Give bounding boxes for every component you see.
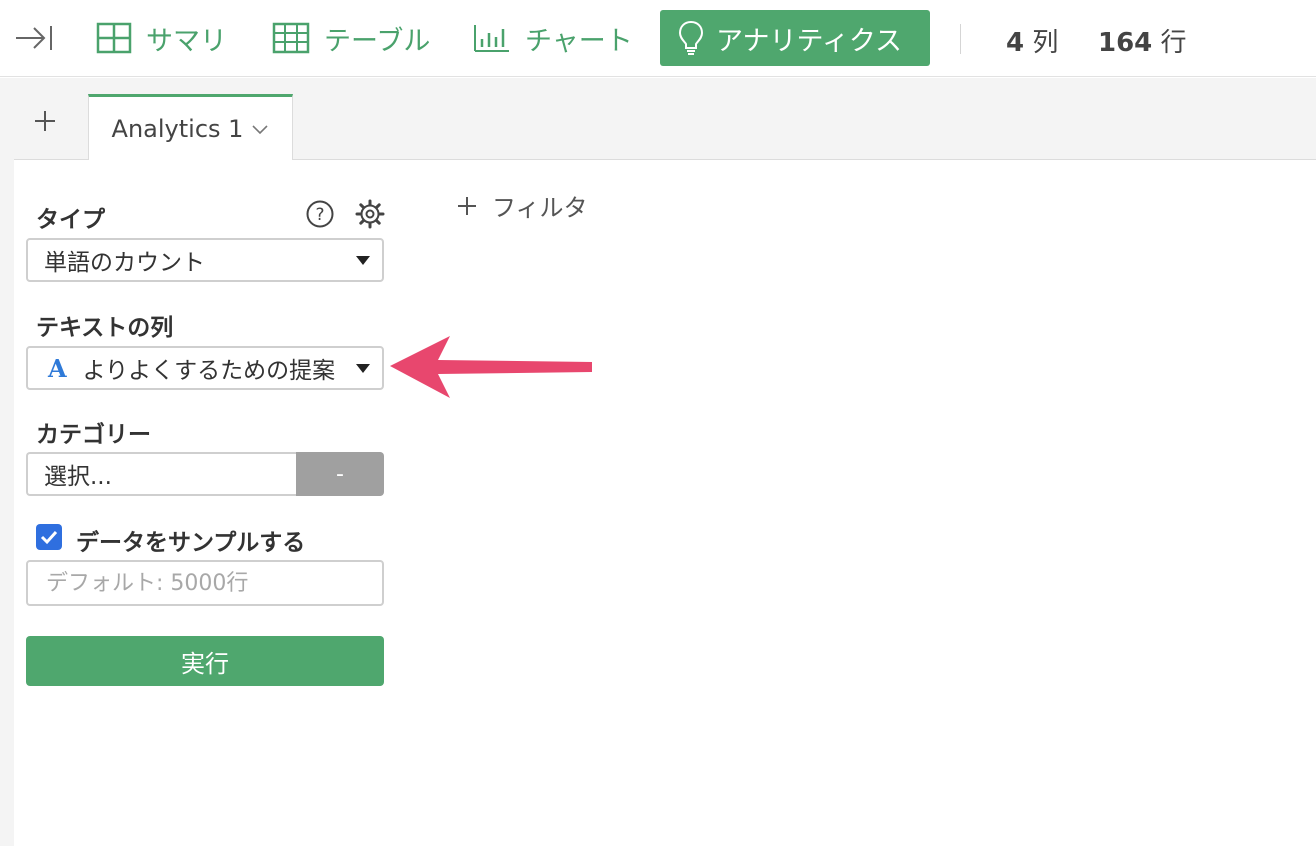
add-filter-button[interactable]: フィルタ xyxy=(456,188,588,223)
sample-label: データをサンプルする xyxy=(76,530,306,556)
row-count: 164 行 xyxy=(1098,22,1187,59)
gear-icon xyxy=(355,199,385,229)
run-button[interactable]: 実行 xyxy=(26,636,384,686)
nav-table[interactable]: テーブル xyxy=(272,10,430,66)
category-select[interactable]: 選択... xyxy=(26,452,296,496)
settings-button[interactable] xyxy=(355,199,385,229)
nav-chart[interactable]: チャート xyxy=(473,10,633,66)
category-select-value: 選択... xyxy=(44,464,112,490)
text-column-label: テキストの列 xyxy=(36,315,174,341)
column-count-value: 4 xyxy=(1006,28,1025,58)
help-button[interactable]: ? xyxy=(305,199,335,229)
nav-summary[interactable]: サマリ xyxy=(96,10,227,66)
plus-icon xyxy=(35,111,55,131)
table-icon xyxy=(272,22,310,54)
add-tab-button[interactable] xyxy=(34,110,56,132)
row-count-unit: 行 xyxy=(1160,28,1187,58)
type-select[interactable]: 単語のカウント xyxy=(26,238,384,282)
svg-text:?: ? xyxy=(315,205,324,225)
tab-analytics-1[interactable]: Analytics 1 xyxy=(88,94,293,160)
sample-size-input[interactable] xyxy=(26,560,384,606)
lightbulb-icon xyxy=(678,20,704,55)
column-count: 4 列 xyxy=(1006,22,1058,59)
category-clear-button[interactable]: - xyxy=(296,452,384,496)
caret-down-icon xyxy=(356,256,370,265)
checkmark-icon xyxy=(40,530,58,545)
grid-2x2-icon xyxy=(96,22,132,54)
text-column-select-value: よりよくするための提案 xyxy=(82,358,336,384)
run-button-label: 実行 xyxy=(181,649,229,678)
column-count-unit: 列 xyxy=(1032,28,1059,58)
toolbar-divider xyxy=(960,24,961,54)
annotation-arrow-icon xyxy=(390,336,592,398)
chevron-down-icon xyxy=(252,124,269,134)
left-gutter xyxy=(0,78,14,846)
top-toolbar: サマリ テーブル チャート アナリティクス 4 列 164 行 xyxy=(0,0,1316,77)
arrow-right-bar-icon xyxy=(16,26,52,50)
text-column-select[interactable]: A よりよくするための提案 xyxy=(26,346,384,390)
text-type-icon: A xyxy=(48,353,67,383)
category-picker: 選択... - xyxy=(26,452,384,496)
category-clear-label: - xyxy=(336,461,344,487)
add-filter-label: フィルタ xyxy=(492,194,588,222)
bar-chart-icon xyxy=(474,25,509,52)
tab-label: Analytics 1 xyxy=(111,114,244,143)
collapse-sidebar-button[interactable] xyxy=(14,22,54,54)
caret-down-icon xyxy=(356,364,370,373)
type-select-value: 単語のカウント xyxy=(44,250,205,276)
nav-chart-label: チャート xyxy=(525,25,633,57)
nav-analytics-label: アナリティクス xyxy=(716,25,903,57)
category-label: カテゴリー xyxy=(36,422,151,448)
type-label: タイプ xyxy=(36,207,105,233)
plus-icon xyxy=(458,196,476,215)
nav-analytics[interactable]: アナリティクス xyxy=(660,10,930,66)
nav-table-label: テーブル xyxy=(324,25,431,57)
row-count-value: 164 xyxy=(1098,28,1153,58)
sample-checkbox[interactable] xyxy=(36,524,62,550)
tab-strip: Analytics 1 xyxy=(14,78,1316,160)
question-circle-icon: ? xyxy=(306,200,334,228)
nav-summary-label: サマリ xyxy=(146,25,227,57)
